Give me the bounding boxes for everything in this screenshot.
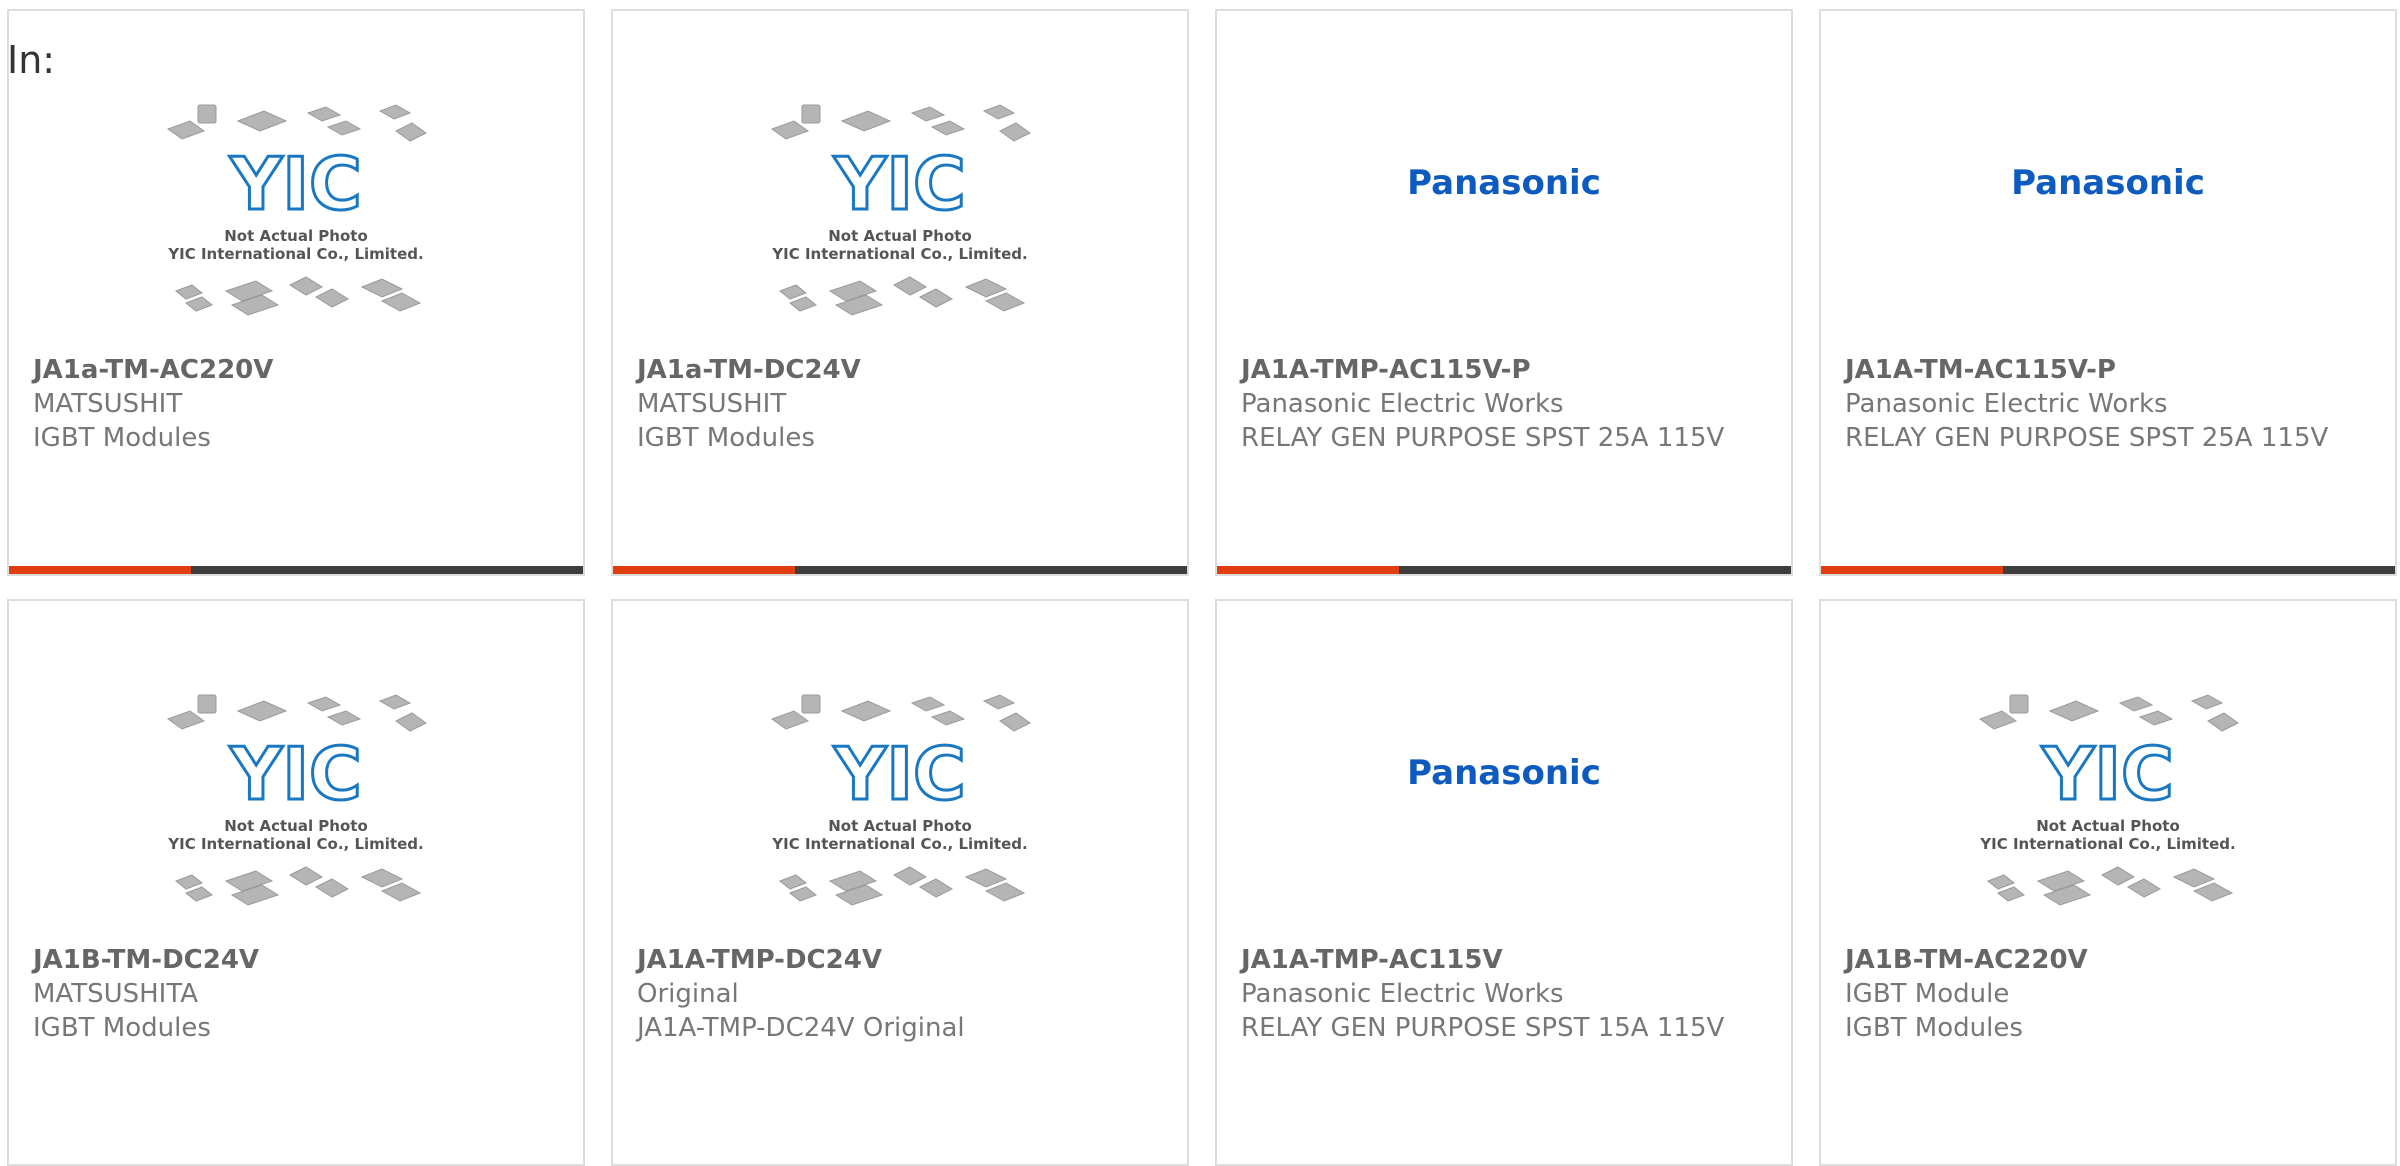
svg-text:Not Actual Photo: Not Actual Photo [828, 817, 972, 835]
product-image-placeholder[interactable]: YIC Not Actual Photo YIC International C… [9, 91, 583, 351]
card-accent-bar [9, 566, 583, 574]
product-card[interactable]: Panasonic JA1A-TMP-AC115V Panasonic Elec… [1215, 599, 1793, 1166]
product-part-number-link[interactable]: JA1A-TMP-AC115V-P [1241, 353, 1767, 387]
product-manufacturer: MATSUSHITA [33, 979, 198, 1009]
product-card[interactable]: YIC Not Actual Photo YIC International C… [611, 9, 1189, 576]
svg-text:YIC International Co., Limited: YIC International Co., Limited. [1979, 835, 2235, 853]
product-image-placeholder[interactable]: YIC Not Actual Photo YIC International C… [9, 681, 583, 941]
product-manufacturer: Original [637, 979, 739, 1009]
product-part-number-link[interactable]: JA1A-TMP-AC115V [1241, 943, 1767, 977]
product-image-panasonic[interactable]: Panasonic [1217, 681, 1791, 941]
product-description: IGBT Modules [33, 423, 211, 453]
product-description: IGBT Modules [33, 1013, 211, 1043]
card-accent-bar [1821, 566, 2395, 574]
yic-logo: YIC [833, 142, 966, 226]
panasonic-logo: Panasonic [1407, 163, 1601, 203]
product-image-panasonic[interactable]: Panasonic [1821, 91, 2395, 351]
svg-text:YIC International Co., Limited: YIC International Co., Limited. [167, 835, 423, 853]
svg-text:YIC International Co., Limited: YIC International Co., Limited. [771, 245, 1027, 263]
product-part-number-link[interactable]: JA1A-TM-AC115V-P [1845, 353, 2371, 387]
product-manufacturer: IGBT Module [1845, 979, 2010, 1009]
panasonic-logo: Panasonic [2011, 163, 2205, 203]
product-card[interactable]: YIC Not Actual Photo YIC International C… [7, 9, 585, 576]
panasonic-logo: Panasonic [1407, 753, 1601, 793]
product-part-number-link[interactable]: JA1A-TMP-DC24V [637, 943, 1163, 977]
product-manufacturer: Panasonic Electric Works [1241, 979, 1564, 1009]
product-part-number-link[interactable]: JA1a-TM-DC24V [637, 353, 1163, 387]
yic-logo: YIC [229, 142, 362, 226]
yic-logo: YIC [833, 732, 966, 816]
product-description: RELAY GEN PURPOSE SPST 15A 115V [1241, 1013, 1725, 1043]
svg-text:YIC International Co., Limited: YIC International Co., Limited. [167, 245, 423, 263]
product-grid: YIC Not Actual Photo YIC International C… [0, 0, 2400, 1166]
product-part-number-link[interactable]: JA1a-TM-AC220V [33, 353, 559, 387]
product-part-number-link[interactable]: JA1B-TM-AC220V [1845, 943, 2371, 977]
card-accent-bar [613, 566, 1187, 574]
product-image-panasonic[interactable]: Panasonic [1217, 91, 1791, 351]
product-card[interactable]: YIC Not Actual Photo YIC International C… [1819, 599, 2397, 1166]
product-manufacturer: MATSUSHIT [33, 389, 183, 419]
card-accent-bar [1217, 566, 1791, 574]
product-card[interactable]: Panasonic JA1A-TM-AC115V-P Panasonic Ele… [1819, 9, 2397, 576]
product-description: JA1A-TMP-DC24V Original [637, 1013, 965, 1043]
product-image-placeholder[interactable]: YIC Not Actual Photo YIC International C… [1821, 681, 2395, 941]
product-manufacturer: Panasonic Electric Works [1241, 389, 1564, 419]
results-in-label: In: [7, 38, 56, 82]
product-image-placeholder[interactable]: YIC Not Actual Photo YIC International C… [613, 91, 1187, 351]
product-description: RELAY GEN PURPOSE SPST 25A 115V [1241, 423, 1725, 453]
svg-text:YIC International Co., Limited: YIC International Co., Limited. [771, 835, 1027, 853]
product-part-number-link[interactable]: JA1B-TM-DC24V [33, 943, 559, 977]
product-card[interactable]: YIC Not Actual Photo YIC International C… [611, 599, 1189, 1166]
product-image-placeholder[interactable]: YIC Not Actual Photo YIC International C… [613, 681, 1187, 941]
product-card[interactable]: YIC Not Actual Photo YIC International C… [7, 599, 585, 1166]
product-card[interactable]: Panasonic JA1A-TMP-AC115V-P Panasonic El… [1215, 9, 1793, 576]
svg-text:Not Actual Photo: Not Actual Photo [2036, 817, 2180, 835]
product-description: IGBT Modules [637, 423, 815, 453]
svg-text:Not Actual Photo: Not Actual Photo [224, 227, 368, 245]
yic-logo: YIC [2041, 732, 2174, 816]
yic-logo: YIC [229, 732, 362, 816]
product-description: RELAY GEN PURPOSE SPST 25A 115V [1845, 423, 2329, 453]
product-description: IGBT Modules [1845, 1013, 2023, 1043]
product-manufacturer: MATSUSHIT [637, 389, 787, 419]
svg-text:Not Actual Photo: Not Actual Photo [224, 817, 368, 835]
svg-text:Not Actual Photo: Not Actual Photo [828, 227, 972, 245]
product-manufacturer: Panasonic Electric Works [1845, 389, 2168, 419]
